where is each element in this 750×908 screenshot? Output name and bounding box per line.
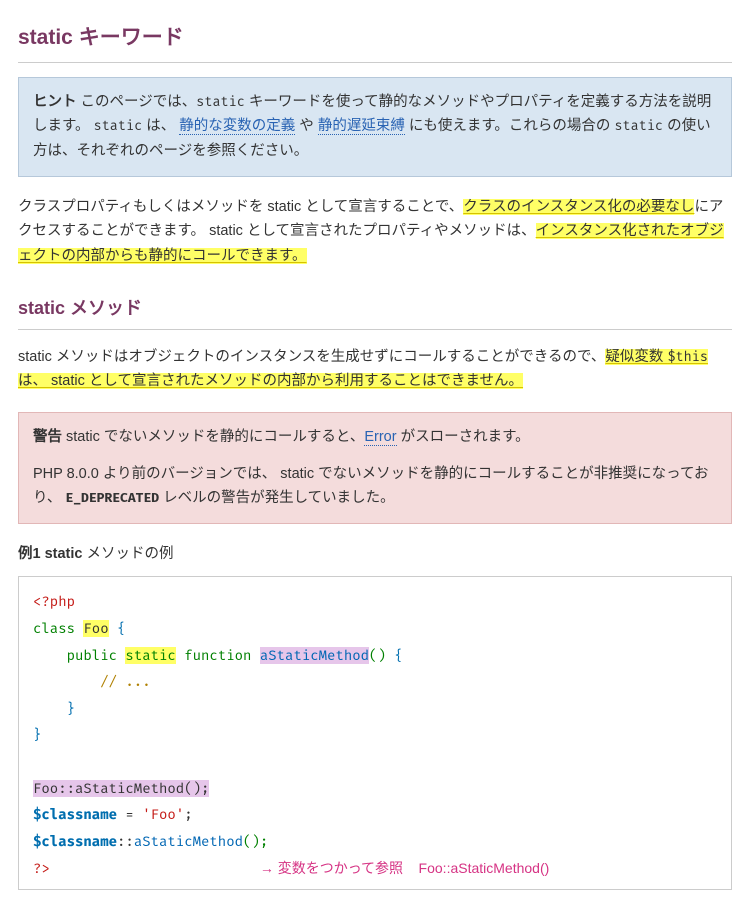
code-token: ; (184, 806, 192, 823)
tip-label: ヒント (33, 94, 77, 110)
code-token: 'Foo' (142, 806, 184, 823)
tip-text: は、 (142, 118, 179, 134)
code-token: = (117, 806, 142, 823)
warning-text: がスローされます。 (397, 429, 530, 445)
code-block: <?php class Foo { public static function… (18, 576, 732, 890)
code-token: } (67, 700, 75, 717)
code-token: static (125, 647, 175, 664)
code-this: $this (667, 348, 708, 365)
code-token: (); (243, 833, 268, 850)
link-late-static-binding[interactable]: 静的遅延束縛 (318, 118, 405, 135)
code-token: aStaticMethod (134, 833, 243, 850)
tip-text: このページでは、 (77, 94, 197, 110)
tip-code: static (94, 117, 143, 134)
tip-text: にも使えます。これらの場合の (405, 118, 615, 134)
warning-box: 警告 static でないメソッドを静的にコールすると、Error がスローされ… (18, 412, 732, 524)
code-token: class (33, 620, 75, 637)
tip-text: や (295, 118, 318, 134)
code-token: ?> (33, 860, 50, 877)
link-error[interactable]: Error (364, 429, 396, 446)
tip-code: static (196, 93, 245, 110)
warning-text: レベルの警告が発生していました。 (159, 490, 395, 506)
code-token: // ... (100, 673, 150, 690)
code-token: Foo::aStaticMethod(); (33, 780, 209, 797)
code-token: $classname (33, 806, 117, 823)
code-token: { (394, 647, 402, 664)
code-token: aStaticMethod (260, 647, 369, 664)
code-token: } (33, 726, 41, 743)
highlight: クラスのインスタンス化の必要なし (463, 199, 694, 215)
code-token: $classname (33, 833, 117, 850)
code-token: Foo (83, 620, 108, 637)
paragraph: static メソッドはオブジェクトのインスタンスを生成せずにコールすることがで… (18, 345, 732, 394)
link-static-vars[interactable]: 静的な変数の定義 (179, 118, 295, 135)
example-caption: 例1 static メソッドの例 (18, 542, 732, 567)
code-token: public (67, 647, 117, 664)
page-title: static キーワード (18, 20, 732, 63)
code-token: :: (117, 833, 134, 850)
section-title: static メソッド (18, 293, 732, 331)
tip-code: static (614, 117, 663, 134)
code-token: { (117, 620, 125, 637)
warning-label: 警告 (33, 429, 62, 445)
code-annotation: → 変数をつかって参照 Foo::aStaticMethod() (260, 860, 549, 876)
tip-box: ヒント このページでは、static キーワードを使って静的なメソッドやプロパテ… (18, 77, 732, 177)
text: クラスプロパティもしくはメソッドを static として宣言することで、 (18, 199, 463, 215)
paragraph: クラスプロパティもしくはメソッドを static として宣言することで、クラスの… (18, 195, 732, 269)
code-token: () (369, 647, 386, 664)
text: static メソッドはオブジェクトのインスタンスを生成せずにコールすることがで… (18, 349, 605, 365)
warning-text: static でないメソッドを静的にコールすると、 (62, 429, 364, 445)
code-token: <?php (33, 593, 75, 610)
code-token: function (184, 647, 251, 664)
constant-e-deprecated: E_DEPRECATED (65, 491, 159, 506)
